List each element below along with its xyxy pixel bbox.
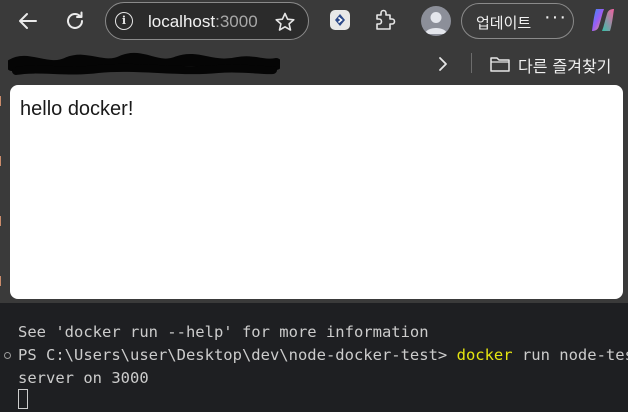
back-button[interactable] xyxy=(12,5,44,37)
profile-avatar-icon[interactable] xyxy=(421,6,451,36)
address-url[interactable]: localhost:3000 xyxy=(148,12,258,32)
star-icon[interactable] xyxy=(274,11,296,33)
update-button[interactable]: 업데이트 ··· xyxy=(461,3,574,39)
copilot-icon[interactable] xyxy=(589,6,617,34)
terminal-prompt: PS C:\Users\user\Desktop\dev\node-docker… xyxy=(18,346,457,364)
reload-button[interactable] xyxy=(59,5,91,37)
url-host: localhost xyxy=(148,12,216,31)
terminal-cursor xyxy=(18,389,28,409)
terminal-command-args: run node-test xyxy=(521,346,628,364)
page-body-text: hello docker! xyxy=(20,98,134,120)
folder-icon[interactable] xyxy=(489,54,511,74)
address-bar[interactable]: i localhost:3000 xyxy=(105,2,309,40)
terminal-panel[interactable]: See 'docker run --help' for more informa… xyxy=(0,303,628,412)
chevron-right-icon[interactable] xyxy=(434,55,452,73)
terminal-command-keyword: docker xyxy=(456,346,513,364)
terminal-line-command: PS C:\Users\user\Desktop\dev\node-docker… xyxy=(18,346,628,364)
page-content: hello docker! xyxy=(10,85,623,299)
redacted-bookmarks xyxy=(8,52,280,75)
terminal-line-output: server on 3000 xyxy=(18,369,149,387)
url-port: :3000 xyxy=(215,12,258,31)
puzzle-icon[interactable] xyxy=(372,6,398,34)
extension-icon[interactable] xyxy=(330,10,350,30)
window-edge-marks xyxy=(0,0,6,303)
browser-toolbar: i localhost:3000 업데이트 ··· xyxy=(0,0,628,43)
browser-window: i localhost:3000 업데이트 ··· 다른 즐겨찾기 hello … xyxy=(0,0,628,303)
back-arrow-icon xyxy=(19,13,37,29)
bookmarks-divider xyxy=(471,53,472,73)
info-icon[interactable]: i xyxy=(115,12,133,30)
update-button-label: 업데이트 xyxy=(476,14,532,32)
command-decoration-icon xyxy=(4,352,11,359)
more-menu-icon[interactable]: ··· xyxy=(544,6,567,29)
terminal-line-help: See 'docker run --help' for more informa… xyxy=(18,323,429,341)
bookmarks-bar: 다른 즐겨찾기 xyxy=(0,47,628,81)
other-bookmarks-label[interactable]: 다른 즐겨찾기 xyxy=(518,53,611,77)
reload-icon xyxy=(67,11,83,29)
